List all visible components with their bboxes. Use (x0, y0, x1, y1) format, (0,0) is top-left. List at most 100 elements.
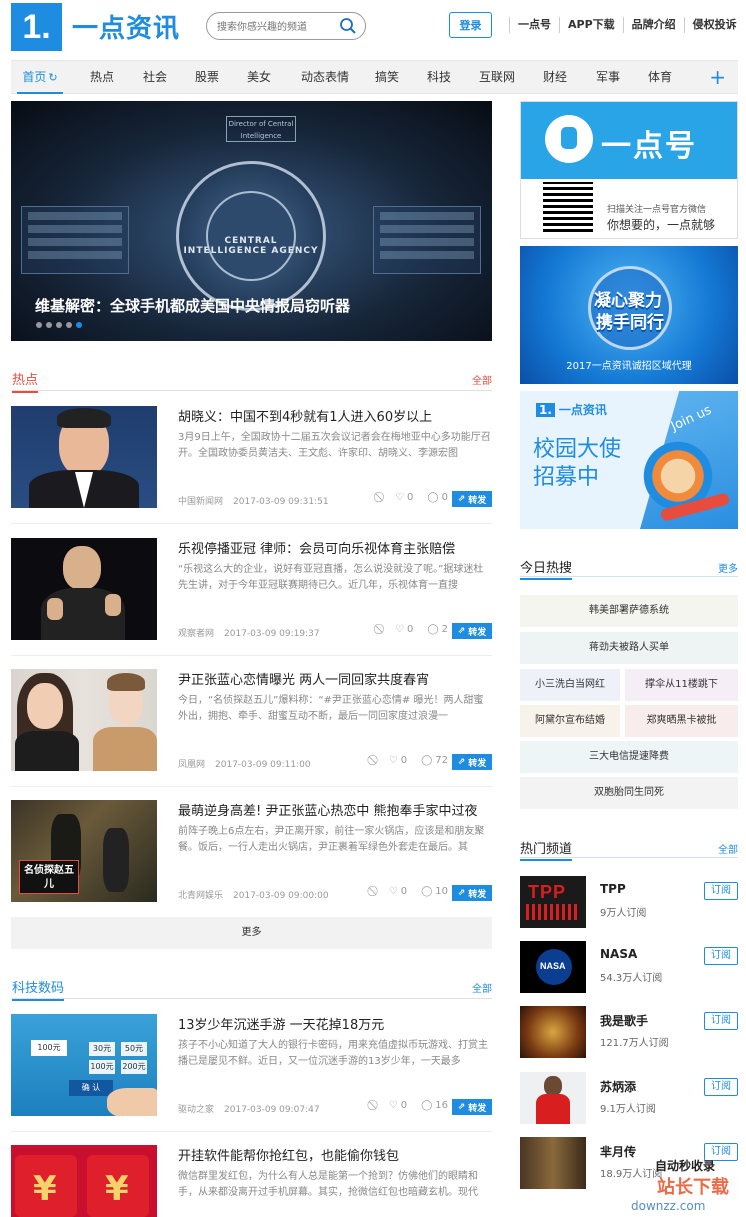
top-link-app-download[interactable]: APP下载 (559, 17, 623, 33)
nav-item-funny[interactable]: 搞笑 (366, 61, 408, 94)
subscribe-button[interactable]: 订阅 (704, 1143, 738, 1161)
subscribe-button[interactable]: 订阅 (704, 947, 738, 965)
subscribe-button[interactable]: 订阅 (704, 882, 738, 900)
channel-thumbnail[interactable] (520, 1137, 586, 1189)
nav-item-home[interactable]: 首页 ↻ (17, 61, 63, 94)
subscribe-button[interactable]: 订阅 (704, 1012, 738, 1030)
yidianhao-ad[interactable]: 一点号 扫描关注一点号官方微信 你想要的，一点就够 (520, 101, 738, 239)
campus-ambassador-ad[interactable]: 1. 一点资讯 Join us 校园大使 招募中 (520, 391, 738, 529)
channel-thumbnail[interactable] (520, 1006, 586, 1058)
section-more-link[interactable]: 全部 (472, 980, 492, 995)
channel-item[interactable]: 我是歌手 121.7万人订阅 订阅 (520, 1006, 738, 1058)
channel-thumbnail[interactable] (520, 1072, 586, 1124)
slide-dot-active[interactable] (76, 322, 82, 328)
search-input[interactable] (217, 19, 337, 35)
article-thumbnail[interactable] (11, 538, 157, 640)
slide-dot[interactable] (66, 322, 72, 328)
article-source[interactable]: 观察者网 (178, 629, 214, 639)
nav-item-beauty[interactable]: 美女 (238, 61, 280, 94)
nav-item-society[interactable]: 社会 (134, 61, 176, 94)
channel-item[interactable]: 苏炳添 9.1万人订阅 订阅 (520, 1072, 738, 1124)
slide-dot[interactable] (56, 322, 62, 328)
channel-item[interactable]: TPP TPP 9万人订阅 订阅 (520, 876, 738, 928)
section-more-link[interactable]: 更多 (718, 560, 738, 575)
search-icon[interactable] (339, 17, 357, 35)
article-title[interactable]: 开挂软件能帮你抢红包，也能偷你钱包 (178, 1145, 399, 1164)
article-item[interactable]: 乐视停播亚冠 律师：会员可向乐视体育主张赔偿 “乐视这么大的企业，说好有亚冠直播… (11, 538, 492, 641)
channel-name[interactable]: 我是歌手 (600, 1012, 648, 1029)
article-source[interactable]: 驱动之家 (178, 1105, 214, 1115)
share-button[interactable]: ⇗ 转发 (452, 491, 492, 507)
agent-recruit-ad[interactable]: 凝心聚力 携手同行 2017一点资讯诚招区域代理 (520, 246, 738, 384)
banner-caption[interactable]: 维基解密：全球手机都成美国中央情报局窃听器 (35, 295, 350, 316)
channel-thumbnail[interactable]: TPP (520, 876, 586, 928)
channel-item[interactable]: NASA NASA 54.3万人订阅 订阅 (520, 941, 738, 993)
hero-banner[interactable]: Director of Central Intelligence CENTRAL… (11, 101, 492, 341)
article-item[interactable]: 胡晓义：中国不到4秒就有1人进入60岁以上 3月9日上午，全国政协十二届五次会议… (11, 406, 492, 509)
article-title[interactable]: 乐视停播亚冠 律师：会员可向乐视体育主张赔偿 (178, 538, 455, 557)
share-button[interactable]: ⇗ 转发 (452, 623, 492, 639)
article-source[interactable]: 凤凰网 (178, 760, 205, 770)
share-button[interactable]: ⇗ 转发 (452, 1099, 492, 1115)
article-item[interactable]: ¥ ¥ 开挂软件能帮你抢红包，也能偷你钱包 微信群里发红包，为什么有人总是能第一… (11, 1145, 492, 1217)
channel-thumbnail[interactable]: NASA (520, 941, 586, 993)
like-stat[interactable]: ♡ 0 (395, 624, 413, 635)
channel-name[interactable]: 苏炳添 (600, 1078, 636, 1095)
article-thumbnail[interactable]: 名侦探赵五儿 (11, 800, 157, 902)
like-stat[interactable]: ♡ 0 (389, 886, 407, 897)
hot-search-tag[interactable]: 双胞胎同生同死 (520, 777, 738, 809)
like-stat[interactable]: ♡ 0 (395, 492, 413, 503)
nav-item-stocks[interactable]: 股票 (186, 61, 228, 94)
comment-stat[interactable]: ◯ 10 (421, 886, 448, 897)
article-item[interactable]: 100元 30元 50元 100元 200元 确 认 13岁少年沉迷手游 一天花… (11, 1014, 492, 1117)
section-more-link[interactable]: 全部 (472, 372, 492, 387)
nav-item-finance[interactable]: 财经 (534, 61, 576, 94)
channel-name[interactable]: NASA (600, 947, 637, 961)
article-thumbnail[interactable]: 100元 30元 50元 100元 200元 确 认 (11, 1014, 157, 1116)
load-more-button[interactable]: 更多 (11, 917, 492, 949)
hot-search-tag[interactable]: 郑爽晒黑卡被批 (625, 705, 738, 737)
hot-search-tag[interactable]: 韩美部署萨德系统 (520, 595, 738, 627)
comment-stat[interactable]: ◯ 72 (421, 755, 448, 766)
add-channel-button[interactable]: + (709, 65, 726, 89)
article-title[interactable]: 最萌逆身高差! 尹正张蓝心热恋中 熊抱奉手家中过夜 (178, 800, 477, 819)
article-thumbnail[interactable] (11, 669, 157, 771)
top-link-yidianhao[interactable]: 一点号 (509, 17, 559, 33)
article-title[interactable]: 尹正张蓝心恋情曝光 两人一同回家共度春宵 (178, 669, 429, 688)
top-link-brand[interactable]: 品牌介绍 (622, 17, 684, 33)
article-source[interactable]: 中国新闻网 (178, 497, 223, 507)
article-thumbnail[interactable] (11, 406, 157, 508)
section-more-link[interactable]: 全部 (718, 841, 738, 856)
article-item[interactable]: 尹正张蓝心恋情曝光 两人一同回家共度春宵 今日，“名侦探赵五儿”爆料称：“#尹正… (11, 669, 492, 772)
article-source[interactable]: 北青网娱乐 (178, 891, 223, 901)
article-thumbnail[interactable]: ¥ ¥ (11, 1145, 157, 1217)
channel-item[interactable]: 芈月传 18.9万人订阅 订阅 (520, 1137, 738, 1189)
comment-stat[interactable]: ◯ 0 (427, 492, 448, 503)
slide-dot[interactable] (36, 322, 42, 328)
nav-item-gifs[interactable]: 动态表情 (293, 61, 357, 94)
like-stat[interactable]: ♡ 0 (389, 755, 407, 766)
like-stat[interactable]: ♡ 0 (389, 1100, 407, 1111)
article-title[interactable]: 13岁少年沉迷手游 一天花掉18万元 (178, 1014, 384, 1033)
comment-stat[interactable]: ◯ 16 (421, 1100, 448, 1111)
hot-search-tag[interactable]: 蒋劲夫被路人买单 (520, 632, 738, 664)
article-title[interactable]: 胡晓义：中国不到4秒就有1人进入60岁以上 (178, 406, 432, 425)
hot-search-tag[interactable]: 三大电信提速降费 (520, 741, 738, 773)
share-button[interactable]: ⇗ 转发 (452, 885, 492, 901)
hot-search-tag[interactable]: 阿黛尔宣布结婚 (520, 705, 620, 737)
hot-search-tag[interactable]: 小三洗白当网红 (520, 669, 620, 701)
nav-item-military[interactable]: 军事 (587, 61, 629, 94)
article-item[interactable]: 名侦探赵五儿 最萌逆身高差! 尹正张蓝心热恋中 熊抱奉手家中过夜 前阵子晚上6点… (11, 800, 492, 903)
hot-search-tag[interactable]: 撑伞从11楼跳下 (625, 669, 738, 701)
slide-dot[interactable] (46, 322, 52, 328)
channel-name[interactable]: TPP (600, 882, 626, 896)
nav-item-tech[interactable]: 科技 (418, 61, 460, 94)
nav-item-internet[interactable]: 互联网 (471, 61, 523, 94)
login-button[interactable]: 登录 (449, 12, 492, 38)
nav-item-hot[interactable]: 热点 (81, 61, 123, 94)
logo-mark[interactable]: 1. (11, 3, 62, 51)
subscribe-button[interactable]: 订阅 (704, 1078, 738, 1096)
nav-item-sports[interactable]: 体育 (639, 61, 681, 94)
share-button[interactable]: ⇗ 转发 (452, 754, 492, 770)
logo-text[interactable]: 一点资讯 (72, 8, 180, 45)
